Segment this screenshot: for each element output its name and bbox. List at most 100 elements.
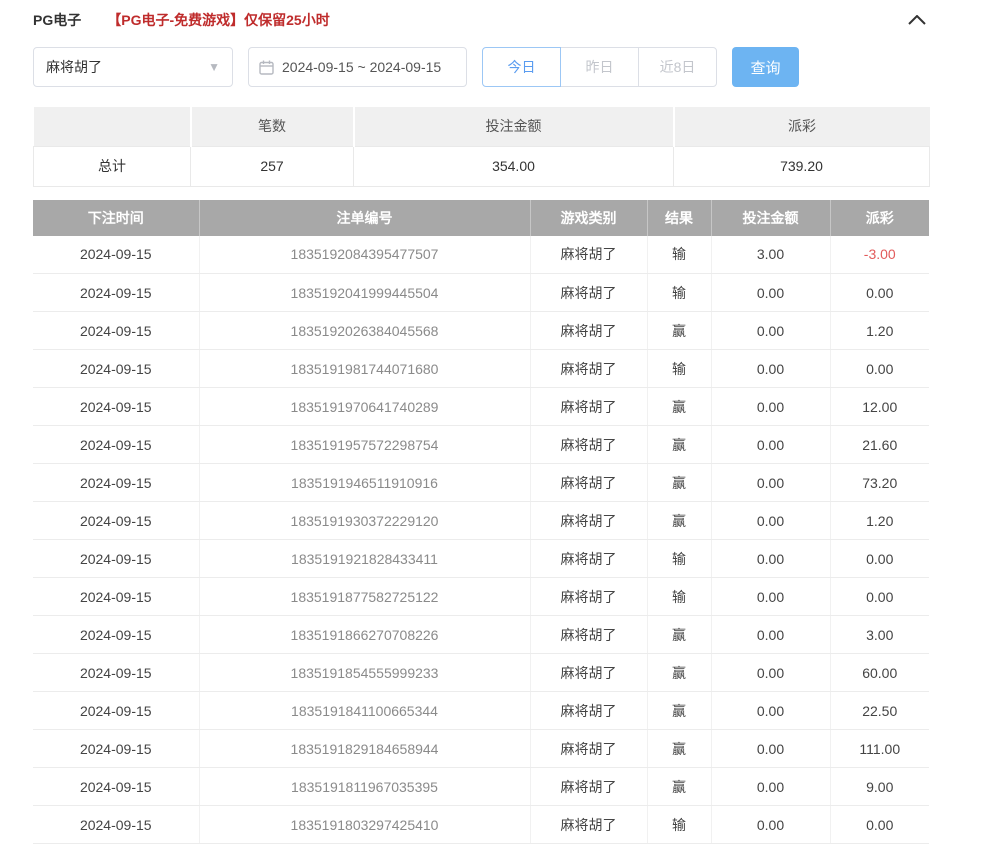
cell-bet_time: 2024-09-15 bbox=[33, 312, 199, 350]
summary-total-label: 总计 bbox=[34, 146, 191, 186]
cell-result: 赢 bbox=[647, 616, 711, 654]
cell-result: 赢 bbox=[647, 730, 711, 768]
cell-order_id: 1835191811967035395 bbox=[199, 768, 530, 806]
cell-bet_amount: 0.00 bbox=[711, 350, 830, 388]
table-row: 2024-09-151835191866270708226麻将胡了赢0.003.… bbox=[33, 616, 929, 654]
panel-header: PG电子 【PG电子-免费游戏】仅保留25小时 bbox=[33, 0, 929, 40]
table-row: 2024-09-151835191803297425410麻将胡了输0.000.… bbox=[33, 806, 929, 844]
cell-bet_amount: 0.00 bbox=[711, 654, 830, 692]
today-button[interactable]: 今日 bbox=[482, 47, 561, 87]
cell-bet_amount: 0.00 bbox=[711, 502, 830, 540]
cell-result: 赢 bbox=[647, 312, 711, 350]
cell-game_type: 麻将胡了 bbox=[530, 578, 647, 616]
bet-table-header-row: 下注时间注单编号游戏类别结果投注金额派彩 bbox=[33, 200, 929, 236]
collapse-button[interactable] bbox=[905, 8, 929, 32]
cell-result: 赢 bbox=[647, 388, 711, 426]
cell-bet_amount: 0.00 bbox=[711, 768, 830, 806]
bet-table-body: 2024-09-151835192084395477507麻将胡了输3.00-3… bbox=[33, 236, 929, 844]
cell-order_id: 1835192026384045568 bbox=[199, 312, 530, 350]
cell-result: 输 bbox=[647, 578, 711, 616]
cell-bet_time: 2024-09-15 bbox=[33, 768, 199, 806]
cell-game_type: 麻将胡了 bbox=[530, 312, 647, 350]
cell-order_id: 1835191803297425410 bbox=[199, 806, 530, 844]
table-row: 2024-09-151835191854555999233麻将胡了赢0.0060… bbox=[33, 654, 929, 692]
cell-game_type: 麻将胡了 bbox=[530, 730, 647, 768]
cell-game_type: 麻将胡了 bbox=[530, 540, 647, 578]
chevron-up-icon bbox=[908, 15, 926, 25]
cell-bet_time: 2024-09-15 bbox=[33, 464, 199, 502]
table-row: 2024-09-151835191970641740289麻将胡了赢0.0012… bbox=[33, 388, 929, 426]
column-header-game_type: 游戏类别 bbox=[530, 200, 647, 236]
cell-payout: 22.50 bbox=[830, 692, 929, 730]
chevron-down-icon: ▼ bbox=[208, 60, 220, 74]
cell-game_type: 麻将胡了 bbox=[530, 806, 647, 844]
cell-bet_amount: 0.00 bbox=[711, 464, 830, 502]
cell-order_id: 1835191970641740289 bbox=[199, 388, 530, 426]
column-header-result: 结果 bbox=[647, 200, 711, 236]
cell-order_id: 1835191866270708226 bbox=[199, 616, 530, 654]
filter-bar: 麻将胡了 ▼ 2024-09-15 ~ 2024-09-15 今日 昨日 近8日 bbox=[33, 47, 929, 87]
table-row: 2024-09-151835191921828433411麻将胡了输0.000.… bbox=[33, 540, 929, 578]
calendar-icon bbox=[259, 60, 274, 75]
summary-header-count: 笔数 bbox=[191, 107, 354, 146]
date-range-value: 2024-09-15 ~ 2024-09-15 bbox=[282, 59, 441, 75]
cell-bet_amount: 0.00 bbox=[711, 730, 830, 768]
cell-order_id: 1835191957572298754 bbox=[199, 426, 530, 464]
table-row: 2024-09-151835191811967035395麻将胡了赢0.009.… bbox=[33, 768, 929, 806]
cell-game_type: 麻将胡了 bbox=[530, 692, 647, 730]
column-header-bet_amount: 投注金额 bbox=[711, 200, 830, 236]
summary-header-row: 笔数 投注金额 派彩 bbox=[34, 107, 930, 146]
cell-game_type: 麻将胡了 bbox=[530, 654, 647, 692]
cell-result: 赢 bbox=[647, 502, 711, 540]
cell-payout: 0.00 bbox=[830, 578, 929, 616]
page-title: PG电子 bbox=[33, 10, 81, 30]
date-range-input[interactable]: 2024-09-15 ~ 2024-09-15 bbox=[248, 47, 467, 87]
cell-order_id: 1835191877582725122 bbox=[199, 578, 530, 616]
cell-result: 输 bbox=[647, 274, 711, 312]
cell-bet_amount: 0.00 bbox=[711, 616, 830, 654]
column-header-payout: 派彩 bbox=[830, 200, 929, 236]
cell-result: 赢 bbox=[647, 768, 711, 806]
cell-order_id: 1835191981744071680 bbox=[199, 350, 530, 388]
cell-payout: 0.00 bbox=[830, 806, 929, 844]
cell-order_id: 1835191854555999233 bbox=[199, 654, 530, 692]
cell-bet_time: 2024-09-15 bbox=[33, 274, 199, 312]
game-select-value: 麻将胡了 bbox=[46, 57, 102, 77]
game-select[interactable]: 麻将胡了 ▼ bbox=[33, 47, 233, 87]
cell-payout: 21.60 bbox=[830, 426, 929, 464]
summary-count-value: 257 bbox=[191, 146, 354, 186]
last-8-days-button[interactable]: 近8日 bbox=[638, 47, 717, 87]
cell-payout: 60.00 bbox=[830, 654, 929, 692]
cell-order_id: 1835191921828433411 bbox=[199, 540, 530, 578]
cell-order_id: 1835191930372229120 bbox=[199, 502, 530, 540]
cell-bet_time: 2024-09-15 bbox=[33, 692, 199, 730]
cell-order_id: 1835191946511910916 bbox=[199, 464, 530, 502]
table-row: 2024-09-151835191957572298754麻将胡了赢0.0021… bbox=[33, 426, 929, 464]
cell-bet_amount: 0.00 bbox=[711, 426, 830, 464]
cell-result: 输 bbox=[647, 540, 711, 578]
summary-header-empty bbox=[34, 107, 191, 146]
search-button[interactable]: 查询 bbox=[732, 47, 799, 87]
cell-payout: 0.00 bbox=[830, 540, 929, 578]
records-panel: PG电子 【PG电子-免费游戏】仅保留25小时 麻将胡了 ▼ bbox=[0, 0, 1003, 844]
cell-payout: -3.00 bbox=[830, 236, 929, 274]
cell-bet_time: 2024-09-15 bbox=[33, 350, 199, 388]
yesterday-button[interactable]: 昨日 bbox=[560, 47, 639, 87]
cell-game_type: 麻将胡了 bbox=[530, 350, 647, 388]
cell-bet_time: 2024-09-15 bbox=[33, 616, 199, 654]
table-row: 2024-09-151835191946511910916麻将胡了赢0.0073… bbox=[33, 464, 929, 502]
cell-result: 赢 bbox=[647, 654, 711, 692]
cell-payout: 12.00 bbox=[830, 388, 929, 426]
cell-payout: 0.00 bbox=[830, 350, 929, 388]
cell-bet_time: 2024-09-15 bbox=[33, 540, 199, 578]
cell-payout: 1.20 bbox=[830, 502, 929, 540]
cell-bet_time: 2024-09-15 bbox=[33, 654, 199, 692]
cell-bet_time: 2024-09-15 bbox=[33, 502, 199, 540]
cell-payout: 1.20 bbox=[830, 312, 929, 350]
table-row: 2024-09-151835192041999445504麻将胡了输0.000.… bbox=[33, 274, 929, 312]
cell-bet_time: 2024-09-15 bbox=[33, 388, 199, 426]
summary-payout-value: 739.20 bbox=[674, 146, 930, 186]
cell-payout: 111.00 bbox=[830, 730, 929, 768]
cell-bet_time: 2024-09-15 bbox=[33, 806, 199, 844]
cell-game_type: 麻将胡了 bbox=[530, 388, 647, 426]
